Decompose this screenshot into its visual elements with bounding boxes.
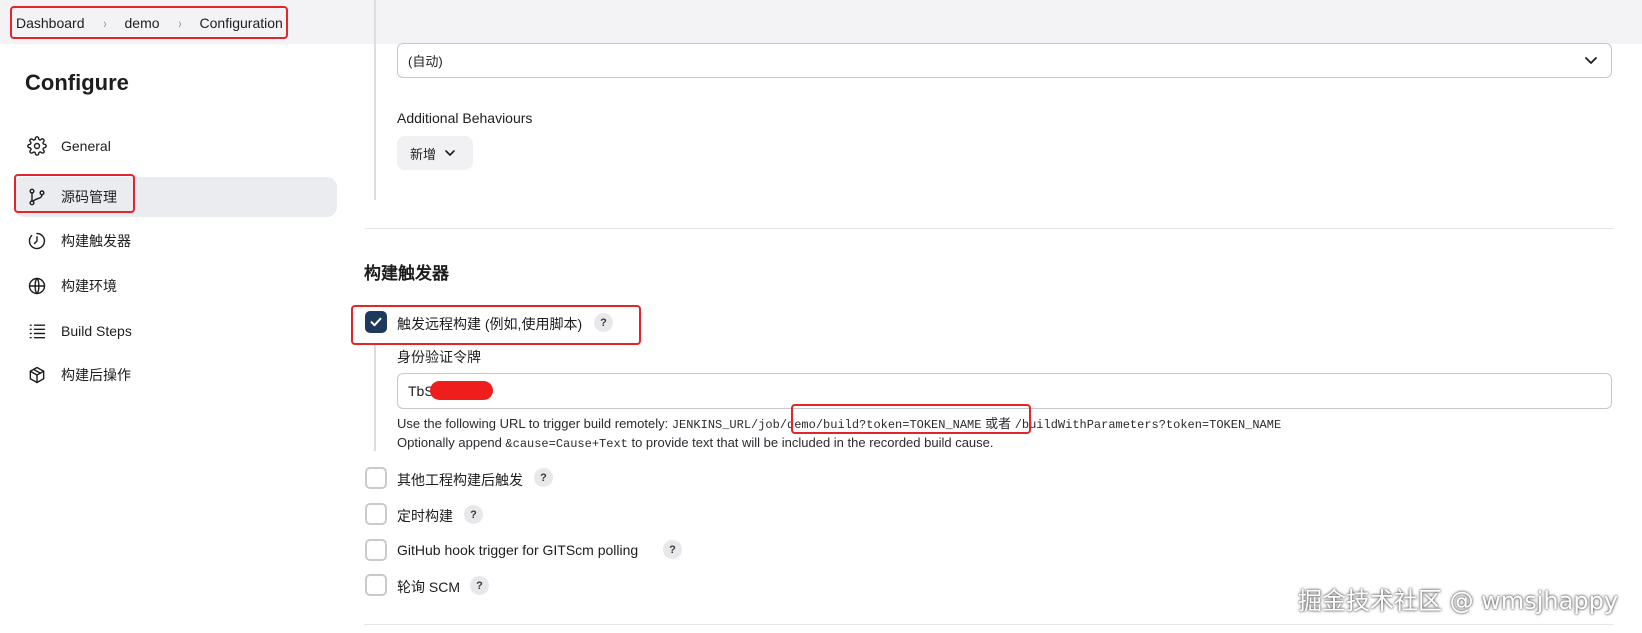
help-text-or: 或者 xyxy=(981,416,1015,431)
sidebar-item-general[interactable]: General xyxy=(14,126,337,166)
sidebar-item-label: Build Steps xyxy=(61,323,132,339)
breadcrumb-configuration[interactable]: Configuration xyxy=(200,15,283,31)
github-hook-checkbox[interactable] xyxy=(365,539,387,561)
check-icon xyxy=(370,317,382,327)
sidebar-item-build-steps[interactable]: Build Steps xyxy=(14,311,337,351)
periodic-build-label[interactable]: 定时构建 xyxy=(397,506,453,526)
help-text-suffix: to provide text that will be included in… xyxy=(627,435,994,450)
build-url-code: JENKINS_URL/job/demo/build?token=TOKEN_N… xyxy=(671,418,982,432)
auth-token-input[interactable] xyxy=(397,373,1612,409)
sidebar-item-scm[interactable]: 源码管理 xyxy=(14,177,337,217)
help-text-prefix: Optionally append xyxy=(397,435,506,450)
periodic-build-checkbox[interactable] xyxy=(365,503,387,525)
help-icon[interactable]: ? xyxy=(594,313,613,332)
add-button-label: 新增 xyxy=(410,146,437,162)
add-behaviour-button[interactable]: 新增 xyxy=(397,136,473,170)
breadcrumb: Dashboard › demo › Configuration xyxy=(12,5,300,40)
chevron-down-icon xyxy=(1585,57,1597,64)
section-divider xyxy=(364,624,1614,625)
help-icon[interactable]: ? xyxy=(663,540,682,559)
help-icon[interactable]: ? xyxy=(470,576,489,595)
list-icon xyxy=(26,320,48,342)
poll-scm-label[interactable]: 轮询 SCM xyxy=(397,577,460,597)
additional-behaviours-label: Additional Behaviours xyxy=(397,110,533,126)
remote-trigger-label[interactable]: 触发远程构建 (例如,使用脚本) xyxy=(397,314,582,334)
section-indent-line xyxy=(374,345,376,451)
sidebar-item-label: General xyxy=(61,138,111,154)
breadcrumb-separator: › xyxy=(102,14,107,31)
globe-icon xyxy=(26,275,48,297)
breadcrumb-dashboard[interactable]: Dashboard xyxy=(16,15,85,31)
build-with-params-url-code: /buildWithParameters?token=TOKEN_NAME xyxy=(1014,418,1282,432)
poll-scm-checkbox[interactable] xyxy=(365,574,387,596)
sidebar-item-label: 构建后操作 xyxy=(61,367,131,383)
help-text-prefix: Use the following URL to trigger build r… xyxy=(397,416,672,431)
sidebar-item-label: 构建触发器 xyxy=(61,233,131,249)
gear-icon xyxy=(26,135,48,157)
sidebar-item-post-build[interactable]: 构建后操作 xyxy=(14,355,337,395)
sidebar-item-build-triggers[interactable]: 构建触发器 xyxy=(14,221,337,261)
breadcrumb-demo[interactable]: demo xyxy=(125,15,160,31)
select-value: (自动) xyxy=(408,54,443,69)
cause-help-line: Optionally append &cause=Cause+Text to p… xyxy=(397,435,994,451)
watermark: 掘金技术社区 @ wmsjhappy xyxy=(1298,587,1619,615)
sidebar-item-label: 构建环境 xyxy=(61,278,117,294)
section-title-build-triggers: 构建触发器 xyxy=(364,264,449,283)
help-icon[interactable]: ? xyxy=(534,468,553,487)
breadcrumb-bar: Dashboard › demo › Configuration xyxy=(0,0,1642,44)
page-title: Configure xyxy=(25,70,129,95)
section-divider xyxy=(364,228,1614,229)
section-indent-line xyxy=(374,0,376,200)
remote-url-help-line: Use the following URL to trigger build r… xyxy=(397,413,1281,432)
sidebar-item-build-env[interactable]: 构建环境 xyxy=(14,266,337,306)
breadcrumb-separator: › xyxy=(177,14,182,31)
github-hook-label[interactable]: GitHub hook trigger for GITScm polling xyxy=(397,542,638,558)
chevron-down-icon xyxy=(445,150,455,156)
package-icon xyxy=(26,364,48,386)
clock-icon xyxy=(26,230,48,252)
remote-trigger-checkbox[interactable] xyxy=(365,311,387,333)
sidebar-item-label: 源码管理 xyxy=(61,189,117,205)
cause-param-code: &cause=Cause+Text xyxy=(505,437,628,451)
upstream-trigger-checkbox[interactable] xyxy=(365,467,387,489)
branch-icon xyxy=(26,186,48,208)
help-icon[interactable]: ? xyxy=(464,505,483,524)
redaction-mark xyxy=(430,381,493,400)
browser-select[interactable]: (自动) xyxy=(397,43,1612,78)
auth-token-label: 身份验证令牌 xyxy=(397,349,481,365)
upstream-trigger-label[interactable]: 其他工程构建后触发 xyxy=(397,470,523,490)
